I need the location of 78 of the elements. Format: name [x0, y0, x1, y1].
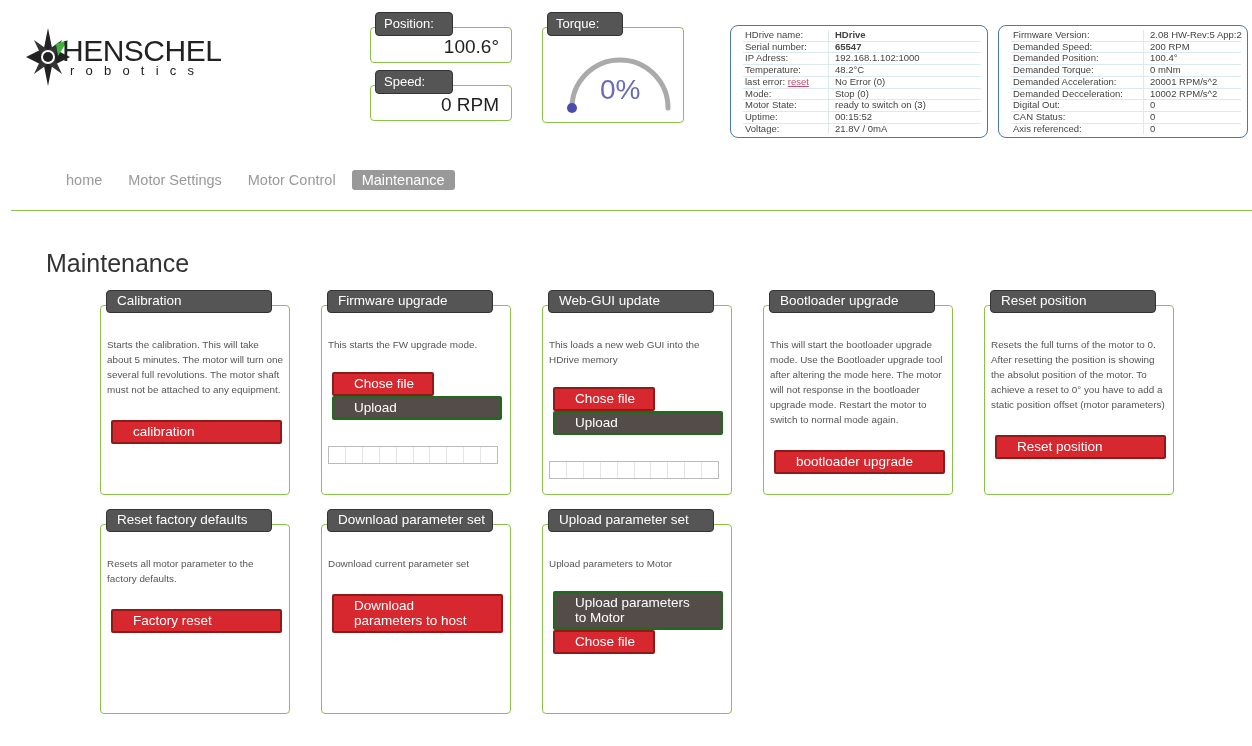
info-value: 65547 [834, 41, 863, 53]
info-value: 10002 RPM/s^2 [1149, 88, 1219, 100]
info-value: 0 [1149, 100, 1157, 111]
card-title: Download parameter set [327, 509, 493, 532]
choose-file-button[interactable]: Chose file [332, 372, 434, 396]
card-description: Starts the calibration. This will take about 5 minutes. The motor will turn one several full revolutions. The motor shaft must not be attached to any equipment. [107, 338, 283, 397]
card-description: This will start the bootloader upgrade mode. Use the Bootloader upgrade tool after altering the mode here. The motor will not response in the bootloader upgrade mode. Restart the motor to switch to normal mode again. [770, 338, 944, 427]
info-value: 0 [1149, 123, 1157, 135]
info-label: CAN Status: [1011, 111, 1144, 123]
info-label: HDrive name: [743, 30, 829, 41]
nav-tab[interactable]: Maintenance [351, 170, 455, 190]
info-value: 00:15:52 [834, 111, 873, 123]
info-label: last error: [745, 75, 787, 87]
info-label: Demanded Torque: [1011, 65, 1144, 76]
readout-label: Speed: [375, 70, 453, 94]
choose-file-button[interactable]: Chose file [553, 387, 655, 411]
action-button[interactable]: bootloader upgrade [774, 450, 945, 474]
card-title: Web-GUI update [548, 290, 714, 313]
info-label: Demanded Acceleration: [1011, 76, 1144, 88]
gauge-indicator [567, 103, 577, 113]
nav-tab[interactable]: Motor Control [237, 170, 346, 190]
info-value: HDrive [834, 30, 867, 41]
upload-button[interactable]: Upload [553, 411, 723, 435]
readout-value: 0 RPM [440, 94, 499, 116]
info-value: 48.2°C [834, 65, 866, 76]
card-description: This starts the FW upgrade mode. [328, 338, 478, 352]
upload-button[interactable]: Upload parameters to Motor [553, 591, 723, 630]
info-label: Serial number: [743, 41, 829, 53]
action-button[interactable]: Factory reset [111, 609, 282, 633]
info-value: 192.168.1.102:1000 [834, 53, 921, 65]
nav-tab[interactable]: home [56, 170, 113, 190]
logo-name: HENSCHEL [62, 37, 222, 65]
info-label: IP Adress: [743, 53, 829, 65]
info-value: Stop (0) [834, 88, 870, 100]
info-value: 2.08 HW-Rev:5 App:2 [1149, 30, 1242, 41]
info-label: Demanded Speed: [1011, 41, 1144, 53]
reset-link[interactable]: reset [787, 75, 809, 87]
info-label: Digital Out: [1011, 100, 1144, 111]
info-value: 200 RPM [1149, 41, 1191, 53]
info-label: Mode: [743, 88, 829, 100]
card-title: Firmware upgrade [327, 290, 493, 313]
info-label: Temperature: [743, 65, 829, 76]
info-label: Demanded Decceleration: [1011, 88, 1144, 100]
info-value: 0 [1149, 111, 1157, 123]
card-title: Upload parameter set [548, 509, 714, 532]
page-heading: Maintenance [46, 249, 191, 278]
info-label: Motor State: [743, 100, 829, 111]
action-button[interactable]: calibration [111, 420, 282, 444]
info-label: Voltage: [743, 123, 829, 135]
card-title: Bootloader upgrade [769, 290, 935, 313]
info-value: 100.4° [1149, 53, 1179, 65]
info-value: No Error (0) [834, 76, 887, 88]
card-description: Resets the full turns of the motor to 0. After resetting the position is showing the absolut position of the motor. To achieve a reset to 0° you have to add a static position offset (motor parameters) [991, 338, 1166, 412]
nav-tab[interactable]: Motor Settings [118, 170, 232, 190]
readout-label: Position: [375, 12, 453, 36]
info-label: Firmware Version: [1011, 30, 1144, 41]
info-label: Axis referenced: [1011, 123, 1144, 135]
info-value: 20001 RPM/s^2 [1149, 76, 1219, 88]
action-button[interactable]: Download parameters to host [332, 594, 503, 633]
logo-tagline: robotics [70, 65, 207, 77]
info-label: Uptime: [743, 111, 829, 123]
info-value: 21.8V / 0mA [834, 123, 889, 135]
card-title: Reset position [990, 290, 1156, 313]
info-value: 0 mNm [1149, 65, 1182, 76]
card-description: Resets all motor parameter to the factory defaults. [107, 557, 255, 586]
gauge-value: 0% [600, 74, 641, 106]
info-label: Demanded Position: [1011, 53, 1144, 65]
card-description: This loads a new web GUI into the HDrive memory [549, 338, 701, 367]
choose-file-button[interactable]: Chose file [553, 630, 655, 654]
card-title: Reset factory defaults [106, 509, 272, 532]
action-button[interactable]: Reset position [995, 435, 1166, 459]
upload-button[interactable]: Upload [332, 396, 502, 420]
info-value: ready to switch on (3) [834, 100, 927, 111]
gauge-label: Torque: [547, 12, 623, 36]
card-description: Upload parameters to Motor [549, 557, 672, 571]
readout-value: 100.6° [443, 36, 499, 58]
card-title: Calibration [106, 290, 272, 313]
card-description: Download current parameter set [328, 557, 470, 571]
